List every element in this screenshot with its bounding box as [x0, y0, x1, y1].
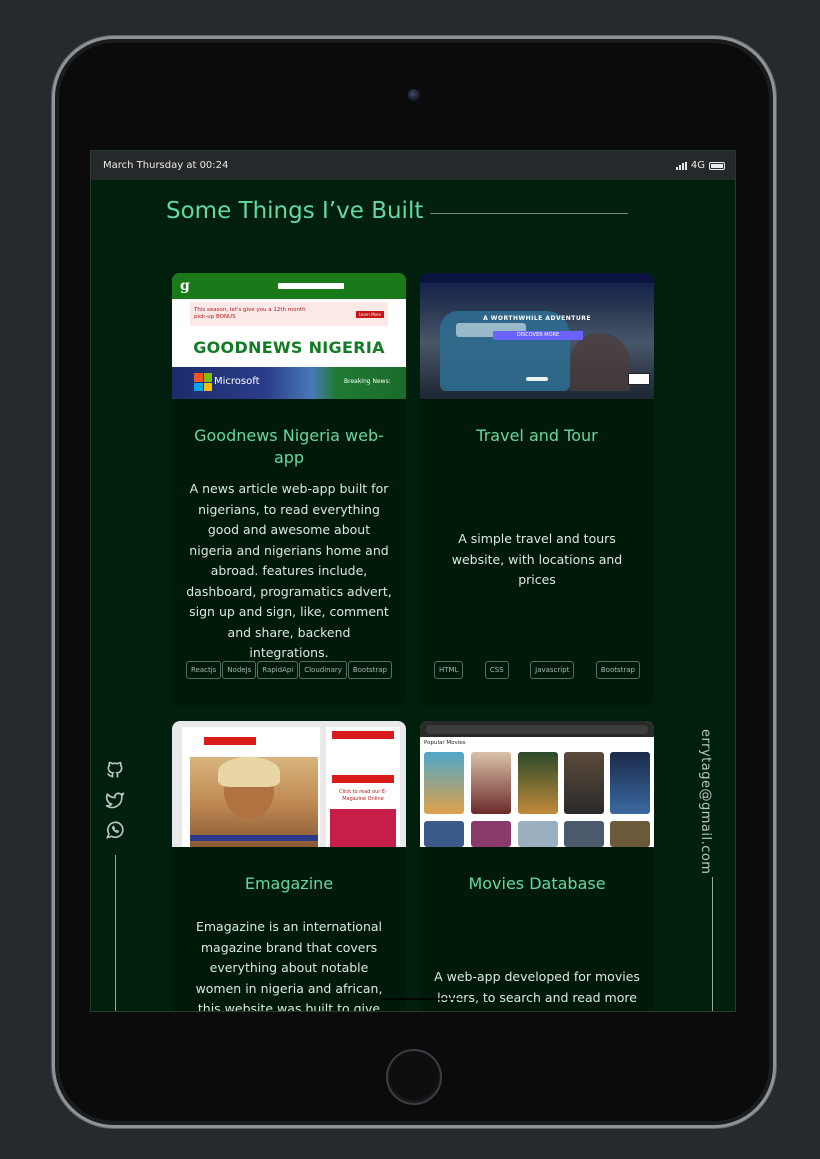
project-thumbnail[interactable]: g This season, let's give you a 12th mon…	[172, 273, 406, 399]
battery-icon	[709, 161, 725, 170]
microsoft-logo-icon	[194, 373, 212, 391]
tech-tags: Reactjs NodeJs RapidApi Cloudinary Boots…	[172, 661, 406, 679]
project-title[interactable]: Movies Database	[420, 873, 654, 895]
tech-tag: CSS	[484, 661, 509, 679]
home-button[interactable]	[386, 1049, 442, 1105]
right-divider-line	[712, 877, 713, 1011]
status-time: March Thursday at 00:24	[103, 160, 229, 171]
tech-tag: Bootstrap	[347, 661, 392, 679]
project-description: A news article web-app built for nigeria…	[186, 481, 392, 660]
tech-tag: NodeJs	[222, 661, 257, 679]
email-link[interactable]: errytage@gmail.com	[698, 729, 713, 874]
project-card-goodnews[interactable]: g This season, let's give you a 12th mon…	[172, 273, 406, 707]
camera-icon	[408, 89, 420, 101]
project-title[interactable]: Goodnews Nigeria web-app	[172, 425, 406, 469]
tech-tags: HTML CSS Javascript Bootstrap	[420, 661, 654, 679]
project-card-emagazine[interactable]: Click to read our E-Magazine Online Emag…	[172, 721, 406, 1012]
tech-tag: Javascript	[530, 661, 575, 679]
signal-icon	[675, 161, 687, 170]
screen: March Thursday at 00:24 4G Some Things I…	[90, 150, 736, 1012]
project-thumbnail[interactable]: Popular Movies	[420, 721, 654, 847]
status-bar: March Thursday at 00:24 4G	[91, 151, 735, 180]
project-description: Emagazine is an international magazine b…	[195, 919, 383, 1012]
whatsapp-icon[interactable]	[105, 820, 125, 840]
twitter-icon[interactable]	[105, 790, 125, 810]
project-card-movies[interactable]: Popular Movies Movies Database A web-app…	[420, 721, 654, 1011]
project-title[interactable]: Emagazine	[172, 873, 406, 895]
project-card-travel[interactable]: A WORTHWHILE ADVENTURE DISCOVER MORE Tra…	[420, 273, 654, 707]
project-thumbnail[interactable]: A WORTHWHILE ADVENTURE DISCOVER MORE	[420, 273, 654, 399]
tech-tag: Bootstrap	[595, 661, 640, 679]
tech-tag: HTML	[434, 661, 464, 679]
project-title[interactable]: Travel and Tour	[420, 425, 654, 447]
social-links	[105, 760, 125, 840]
left-divider-line	[115, 855, 116, 1011]
project-thumbnail[interactable]: Click to read our E-Magazine Online	[172, 721, 406, 847]
network-label: 4G	[690, 160, 705, 171]
tech-tag: Reactjs	[186, 661, 222, 679]
goodnews-logo-icon: g	[180, 278, 190, 294]
github-icon[interactable]	[105, 760, 125, 780]
section-heading: Some Things I’ve Built	[166, 198, 629, 224]
projects-section: Some Things I’ve Built g This season, le…	[91, 180, 735, 1012]
heading-rule	[430, 212, 629, 214]
project-description: A simple travel and tours website, with …	[451, 531, 623, 587]
tech-tag: Cloudinary	[299, 661, 347, 679]
tech-tag: RapidApi	[257, 661, 299, 679]
project-description: A web-app developed for movies lovers, t…	[434, 969, 640, 1005]
scroll-indicator	[381, 998, 461, 1000]
section-title: Some Things I’ve Built	[166, 198, 424, 224]
